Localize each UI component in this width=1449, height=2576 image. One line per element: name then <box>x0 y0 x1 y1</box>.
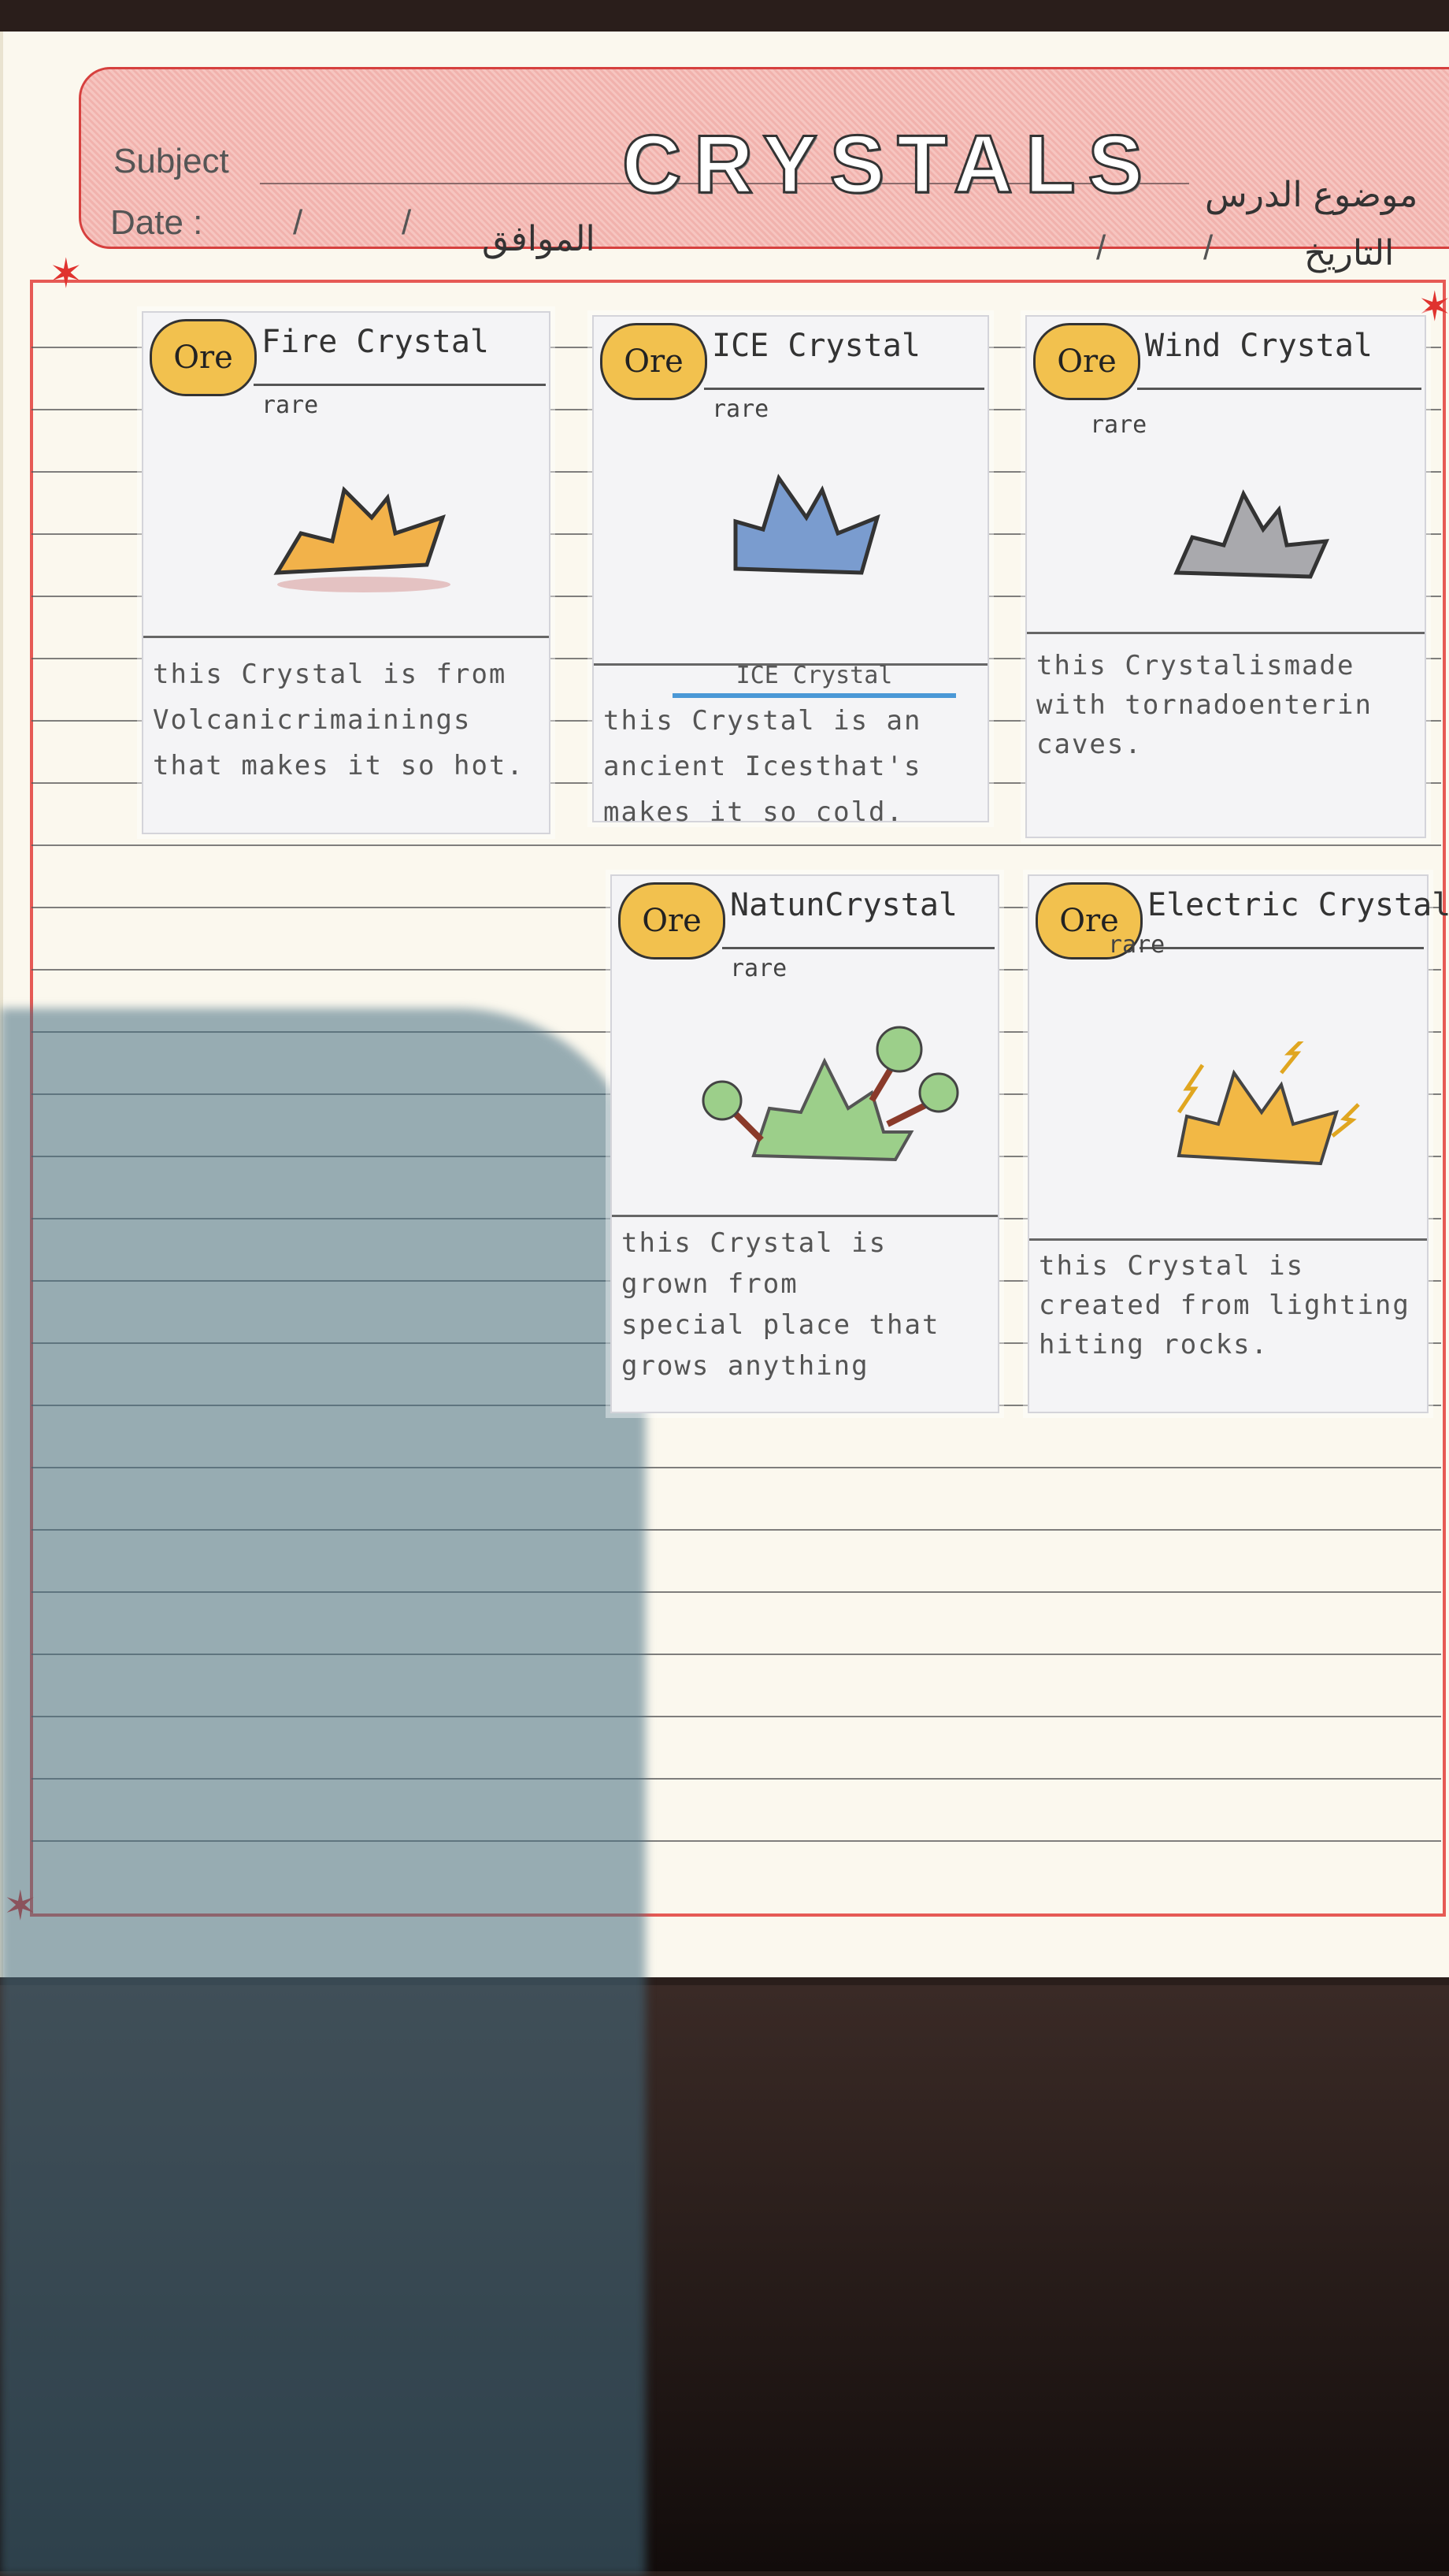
card-nature-crystal: Ore NatunCrystal rare this Crystal is gro… <box>610 874 999 1413</box>
ore-badge: Ore <box>150 319 257 396</box>
card-description: this Crystal is from Volcanicrimainings th… <box>153 659 524 781</box>
card-divider <box>612 1215 998 1217</box>
hand-shadow <box>0 1008 646 2576</box>
card-wind-crystal: Ore Wind Crystal rare this Crystalismade… <box>1025 315 1426 838</box>
card-description: this Crystal is grown from special place t… <box>621 1227 940 1382</box>
card-title: Wind Crystal <box>1145 328 1373 364</box>
card-rarity: rare <box>712 395 769 423</box>
ore-badge: Ore <box>600 323 707 400</box>
date-label: Date : <box>110 203 203 242</box>
arabic-subject-label: موضوع الدرس <box>1205 175 1418 215</box>
nature-crystal-drawing <box>702 1026 959 1162</box>
ore-badge: Ore <box>618 882 725 960</box>
page-title: CRYSTALS <box>621 118 1155 212</box>
card-rarity: rare <box>261 392 319 419</box>
electric-crystal-drawing <box>1177 1041 1360 1166</box>
card-title: Fire Crystal <box>261 324 489 360</box>
date-slash: / <box>1203 228 1214 267</box>
card-description: this Crystal is an ancient Icesthat's make… <box>603 705 922 828</box>
card-description: this Crystalismade with tornadoenterin cav… <box>1036 650 1373 760</box>
card-title: NatunCrystal <box>730 887 958 923</box>
ice-crystal-label: ICE Crystal <box>673 662 956 698</box>
card-description: this Crystal is created from lighting hiti… <box>1039 1250 1410 1360</box>
date-slash: / <box>293 203 303 242</box>
fire-crystal-drawing <box>273 486 450 592</box>
date-slash: / <box>1096 228 1106 267</box>
title-underline <box>704 388 984 390</box>
title-underline <box>722 947 995 949</box>
card-divider <box>1027 632 1425 634</box>
card-electric-crystal: Ore Electric Crystal rare this Crystal i… <box>1028 874 1449 1413</box>
card-title: Electric Crystal <box>1147 887 1449 923</box>
subject-label: Subject <box>113 142 229 180</box>
card-ice-crystal: Ore ICE Crystal rare ICE Crystal this Cr… <box>592 315 989 828</box>
title-underline <box>1137 388 1421 390</box>
arabic-corresponding-label: الموافق <box>482 219 595 259</box>
card-rarity: rare <box>1090 411 1147 439</box>
date-slash: / <box>402 203 412 242</box>
card-divider <box>143 636 549 638</box>
ruled-line <box>32 844 1441 846</box>
card-rarity: rare <box>730 955 788 982</box>
corner-ornament-icon: ✶ <box>49 251 83 298</box>
ice-crystal-drawing <box>733 473 880 575</box>
arabic-date-label: التاريخ <box>1304 233 1395 273</box>
ore-badge: Ore <box>1033 323 1140 400</box>
wind-crystal-drawing <box>1173 489 1330 579</box>
card-title: ICE Crystal <box>712 328 921 364</box>
card-divider <box>1029 1238 1427 1241</box>
title-underline <box>1140 947 1424 949</box>
title-underline <box>254 384 546 386</box>
card-rarity: rare <box>1108 931 1166 959</box>
card-fire-crystal: Ore Fire Crystal rare this Crystal is fr… <box>142 311 550 834</box>
